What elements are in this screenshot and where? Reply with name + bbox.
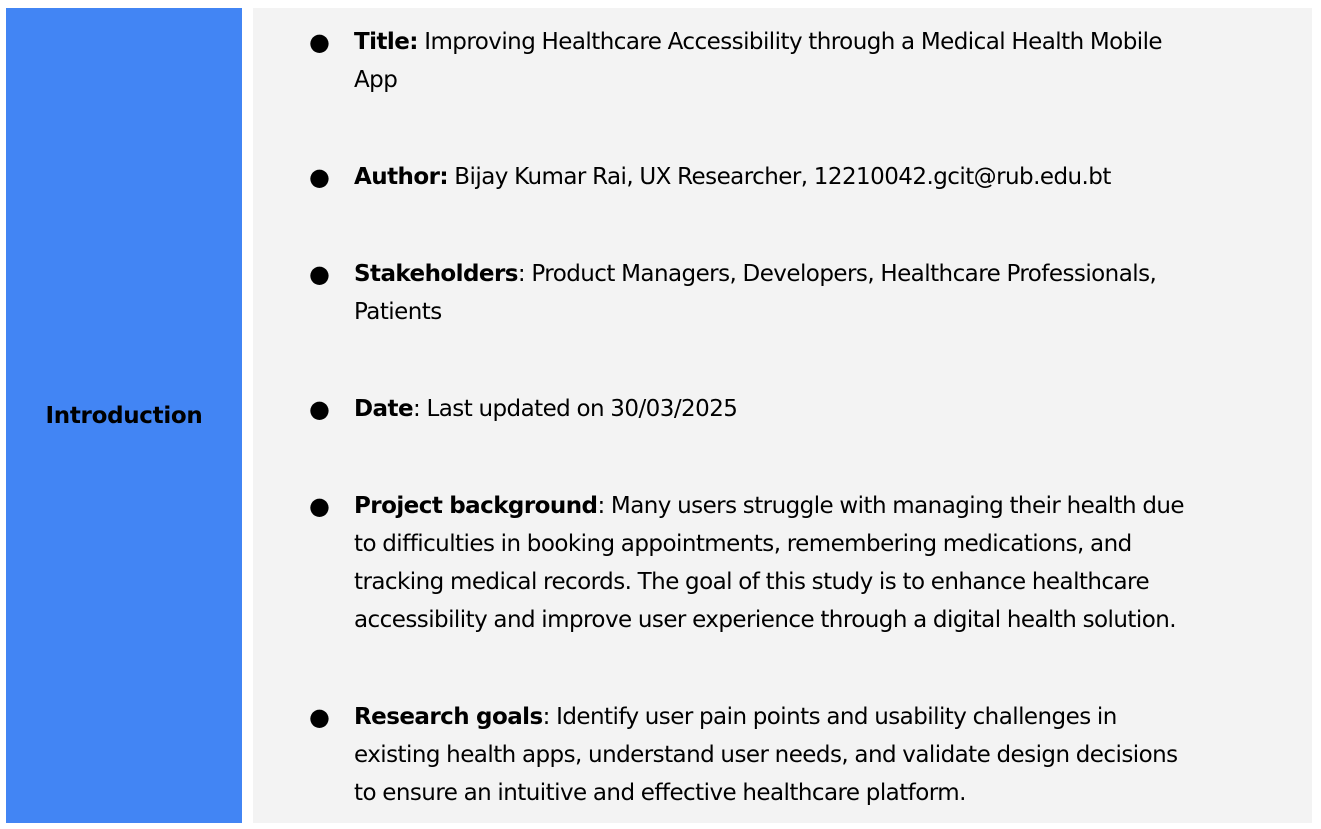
item-line: : Product Managers, Developers, Healthca…	[517, 261, 1157, 287]
item-line: existing health apps, understand user ne…	[354, 742, 1178, 768]
list-item-text: Date: Last updated on 30/03/2025	[354, 390, 1312, 428]
list-item-text: Research goals: Identify user pain point…	[354, 698, 1312, 812]
bullet-icon: ●	[309, 28, 330, 56]
list-item-text: Author: Bijay Kumar Rai, UX Researcher, …	[354, 158, 1312, 196]
list-item-text: Title: Improving Healthcare Accessibilit…	[354, 23, 1312, 99]
item-line: to difficulties in booking appointments,…	[354, 531, 1132, 557]
item-term: Author:	[354, 164, 449, 190]
section-content-cell: ● Title: Improving Healthcare Accessibil…	[253, 8, 1312, 823]
bullet-icon: ●	[309, 492, 330, 520]
section-label: Introduction	[45, 402, 203, 429]
item-line: tracking medical records. The goal of th…	[354, 569, 1150, 595]
item-line: App	[354, 67, 398, 93]
bullet-icon: ●	[309, 163, 330, 191]
item-line: Bijay Kumar Rai, UX Researcher, 12210042…	[448, 164, 1111, 190]
bullet-icon: ●	[309, 395, 330, 423]
item-line: accessibility and improve user experienc…	[354, 607, 1177, 633]
item-term: Title:	[354, 29, 419, 55]
item-line: to ensure an intuitive and effective hea…	[354, 780, 966, 806]
item-line: : Last updated on 30/03/2025	[413, 396, 738, 422]
item-line: Improving Healthcare Accessibility throu…	[417, 29, 1163, 55]
item-term: Stakeholders	[354, 261, 518, 287]
list-item-text: Stakeholders: Product Managers, Develope…	[354, 255, 1312, 331]
item-term: Research goals	[354, 704, 543, 730]
item-line: Patients	[354, 299, 442, 325]
bullet-icon: ●	[309, 703, 330, 731]
item-term: Date	[354, 396, 414, 422]
bullet-icon: ●	[309, 260, 330, 288]
item-term: Project background	[354, 493, 598, 519]
section-label-cell: Introduction	[6, 8, 242, 823]
item-line: : Identify user pain points and usabilit…	[542, 704, 1118, 730]
item-line: : Many users struggle with managing thei…	[597, 493, 1185, 519]
list-item-text: Project background: Many users struggle …	[354, 487, 1312, 639]
